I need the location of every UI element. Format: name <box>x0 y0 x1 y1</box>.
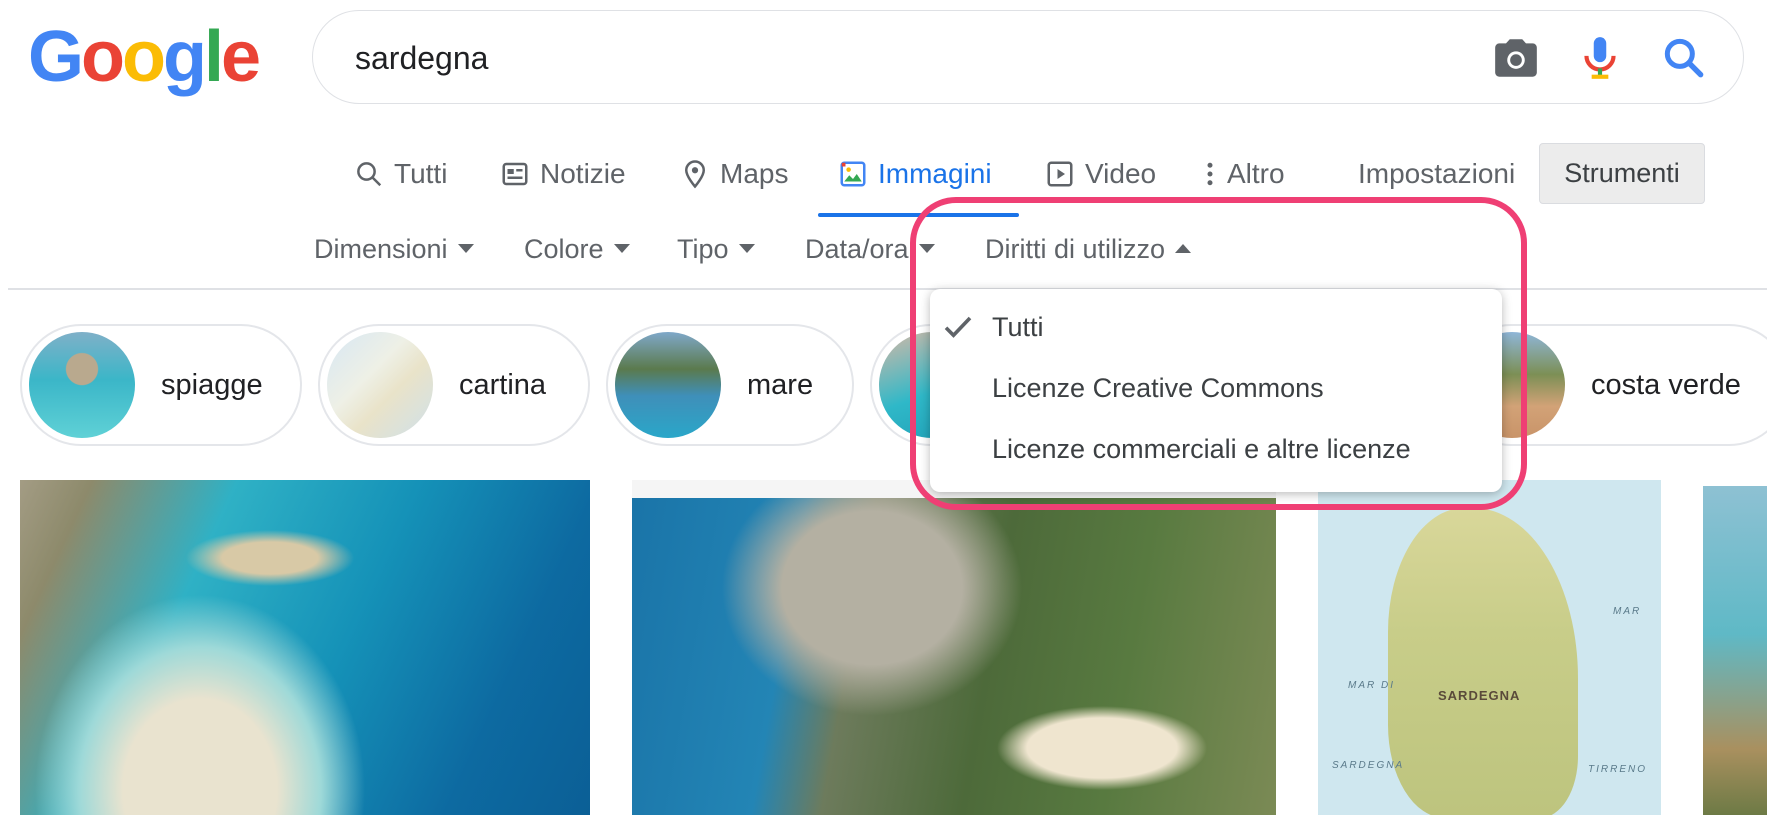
tab-immagini[interactable]: Immagini <box>838 152 992 196</box>
tab-label: Tutti <box>394 158 448 189</box>
map-label: MAR DI <box>1348 680 1395 691</box>
map-label: SARDEGNA <box>1332 760 1405 771</box>
tab-label: Immagini <box>878 158 992 189</box>
tab-maps[interactable]: Maps <box>680 152 788 196</box>
search-icon <box>357 162 382 187</box>
filter-label: Colore <box>524 233 604 264</box>
filter-diritti-di-utilizzo[interactable]: Diritti di utilizzo <box>985 229 1192 269</box>
caret-up-icon <box>1175 244 1192 253</box>
chip-thumbnail <box>615 332 721 438</box>
chip-label: costa verde <box>1591 368 1741 401</box>
caret-down-icon <box>613 244 630 253</box>
tab-video[interactable]: Video <box>1045 152 1156 196</box>
filter-tipo[interactable]: Tipo <box>677 229 755 269</box>
image-icon <box>840 161 866 187</box>
image-content <box>632 498 1276 815</box>
usage-rights-menu: Tutti Licenze Creative Commons Licenze c… <box>930 289 1502 492</box>
chip-mare[interactable]: mare <box>606 324 854 446</box>
more-vert-icon <box>1207 162 1213 186</box>
island-shape <box>1388 508 1578 815</box>
map-label: MAR <box>1613 606 1642 617</box>
microphone-icon[interactable] <box>1575 33 1625 83</box>
active-tab-indicator <box>818 213 1019 217</box>
map-image-result[interactable]: SARDEGNA MAR DI SARDEGNA MAR TIRRENO <box>1318 480 1661 815</box>
tools-button[interactable]: Strumenti <box>1539 143 1705 204</box>
header-divider <box>8 288 1767 290</box>
map-pin-icon <box>684 160 706 189</box>
image-result[interactable] <box>20 480 590 815</box>
filter-label: Data/ora <box>805 233 909 264</box>
tab-label: Maps <box>720 158 789 189</box>
filter-dimensioni[interactable]: Dimensioni <box>314 229 474 269</box>
chip-label: spiagge <box>161 368 263 401</box>
tab-label: Video <box>1085 158 1157 189</box>
map-label: SARDEGNA <box>1438 688 1521 703</box>
search-box <box>312 10 1744 104</box>
tab-altro[interactable]: Altro <box>1203 152 1285 196</box>
menu-item-commercial-licenses[interactable]: Licenze commerciali e altre licenze <box>992 431 1411 467</box>
camera-icon[interactable] <box>1491 33 1541 83</box>
tab-notizie[interactable]: Notizie <box>500 152 626 196</box>
chip-thumbnail <box>327 332 433 438</box>
google-logo[interactable]: Google <box>28 14 261 100</box>
caret-down-icon <box>918 244 935 253</box>
chip-label: mare <box>747 368 814 401</box>
checkmark-icon <box>944 316 972 338</box>
search-input[interactable] <box>353 33 1457 83</box>
chip-label: cartina <box>459 368 547 401</box>
tab-tutti[interactable]: Tutti <box>354 152 447 196</box>
filter-label: Dimensioni <box>314 233 448 264</box>
chip-cartina[interactable]: cartina <box>318 324 590 446</box>
filter-label: Diritti di utilizzo <box>985 233 1166 264</box>
filter-label: Tipo <box>677 233 729 264</box>
image-result[interactable] <box>632 480 1276 815</box>
menu-item-tutti[interactable]: Tutti <box>992 309 1044 345</box>
image-result[interactable] <box>1703 486 1767 815</box>
news-icon <box>502 162 528 186</box>
settings-link[interactable]: Impostazioni <box>1358 152 1515 196</box>
play-icon <box>1047 161 1073 187</box>
caret-down-icon <box>738 244 755 253</box>
filter-colore[interactable]: Colore <box>524 229 630 269</box>
tab-label: Notizie <box>540 158 626 189</box>
chip-spiagge[interactable]: spiagge <box>20 324 302 446</box>
filter-data-ora[interactable]: Data/ora <box>805 229 935 269</box>
menu-item-creative-commons[interactable]: Licenze Creative Commons <box>992 370 1324 406</box>
chip-thumbnail <box>29 332 135 438</box>
caret-down-icon <box>457 244 474 253</box>
tab-label: Altro <box>1227 158 1285 189</box>
search-submit-icon[interactable] <box>1659 33 1709 83</box>
map-label: TIRRENO <box>1588 764 1647 775</box>
